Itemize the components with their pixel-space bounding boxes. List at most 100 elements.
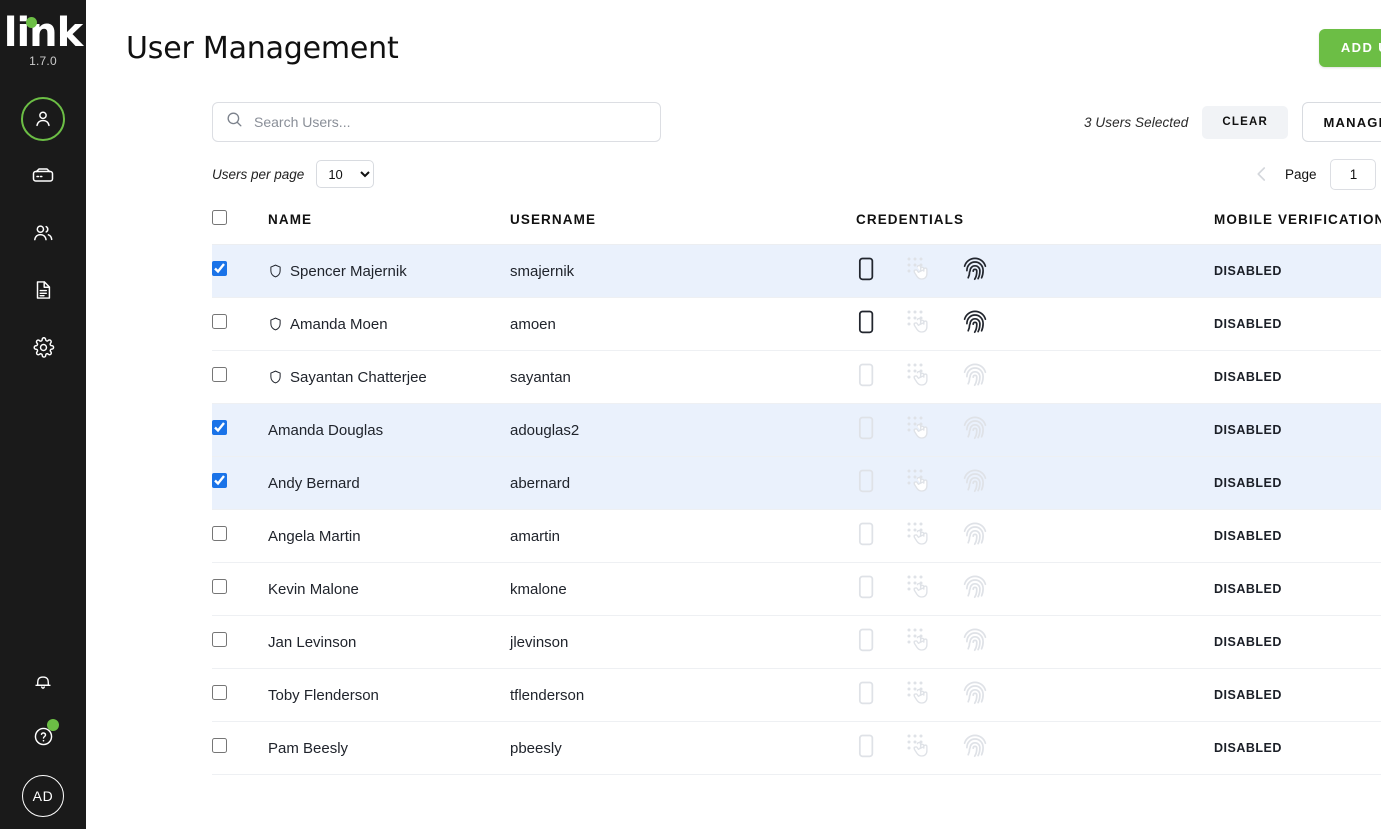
user-name: Pam Beesly [268, 739, 349, 757]
cell-credentials [856, 615, 1214, 669]
sidebar-item-settings[interactable] [21, 325, 65, 369]
fingerprint-credential-icon[interactable] [962, 520, 988, 553]
row-select-cell [212, 456, 268, 510]
row-checkbox[interactable] [212, 420, 227, 435]
row-checkbox[interactable] [212, 261, 227, 276]
pattern-credential-icon[interactable] [904, 466, 934, 501]
cell-username: kmalone [510, 562, 856, 616]
prev-page-button[interactable] [1253, 165, 1271, 183]
search-box[interactable] [212, 102, 661, 142]
column-header-username[interactable]: USERNAME [510, 200, 856, 245]
selected-count-label: 3 Users Selected [1083, 114, 1189, 130]
table-row[interactable]: Jan Levinson jlevinson DISABLED [212, 615, 1381, 669]
page-header: User Management ADD USER [86, 0, 1381, 96]
add-user-button[interactable]: ADD USER [1318, 29, 1381, 67]
pattern-credential-icon[interactable] [904, 572, 934, 607]
notifications-button[interactable] [21, 663, 65, 703]
pattern-credential-icon[interactable] [904, 360, 934, 395]
brand-logo: link [4, 10, 83, 56]
table-row[interactable]: Amanda Douglas adouglas2 DISABLED [212, 403, 1381, 457]
fingerprint-credential-icon[interactable] [962, 573, 988, 606]
mobile-verification-status: DISABLED [1214, 370, 1282, 384]
row-checkbox[interactable] [212, 685, 227, 700]
pattern-credential-icon[interactable] [904, 413, 934, 448]
fingerprint-credential-icon[interactable] [962, 361, 988, 394]
page-label: Page [1284, 166, 1317, 182]
pattern-credential-icon[interactable] [904, 625, 934, 660]
page-title: User Management [126, 30, 399, 66]
row-checkbox[interactable] [212, 632, 227, 647]
mobile-credential-icon[interactable] [856, 574, 876, 605]
cell-mobile-verification: DISABLED [1214, 244, 1381, 298]
mobile-credential-icon[interactable] [856, 309, 876, 340]
table-row[interactable]: Angela Martin amartin DISABLED [212, 509, 1381, 563]
mobile-credential-icon[interactable] [856, 680, 876, 711]
help-badge-dot [47, 719, 59, 731]
sidebar-item-devices[interactable] [21, 154, 65, 198]
table-row[interactable]: Kevin Malone kmalone DISABLED [212, 562, 1381, 616]
sidebar-item-reports[interactable] [21, 268, 65, 312]
mobile-credential-icon[interactable] [856, 362, 876, 393]
per-page-select[interactable]: 102550100 [316, 160, 375, 188]
search-icon [225, 110, 254, 134]
group-icon [31, 221, 55, 245]
fingerprint-credential-icon[interactable] [962, 467, 988, 500]
table-row[interactable]: Andy Bernard abernard DISABLED [212, 456, 1381, 510]
mobile-verification-status: DISABLED [1214, 317, 1282, 331]
pattern-credential-icon[interactable] [904, 678, 934, 713]
sidebar-item-groups[interactable] [21, 211, 65, 255]
mobile-credential-icon[interactable] [856, 415, 876, 446]
pattern-credential-icon[interactable] [904, 519, 934, 554]
row-checkbox[interactable] [212, 738, 227, 753]
column-header-credentials[interactable]: CREDENTIALS [856, 200, 1214, 245]
cell-mobile-verification: DISABLED [1214, 456, 1381, 510]
fingerprint-credential-icon[interactable] [962, 679, 988, 712]
row-checkbox[interactable] [212, 526, 227, 541]
mobile-credential-icon[interactable] [856, 733, 876, 764]
column-header-name[interactable]: NAME [268, 200, 510, 245]
sidebar-item-users[interactable] [21, 97, 65, 141]
pattern-credential-icon[interactable] [904, 254, 934, 289]
table-row[interactable]: Amanda Moen amoen DISABLED [212, 297, 1381, 351]
cell-username: pbeesly [510, 721, 856, 775]
help-button[interactable] [21, 719, 65, 759]
clear-selection-button[interactable]: CLEAR [1202, 105, 1288, 139]
fingerprint-credential-icon[interactable] [962, 732, 988, 765]
avatar-initials: AD [32, 788, 54, 804]
row-checkbox[interactable] [212, 314, 227, 329]
cell-name: Angela Martin [268, 509, 510, 563]
cell-name: Pam Beesly [268, 721, 510, 775]
user-icon [32, 108, 54, 130]
mobile-credential-icon[interactable] [856, 468, 876, 499]
avatar[interactable]: AD [22, 775, 64, 817]
page-number-input[interactable] [1330, 158, 1377, 190]
user-name: Amanda Moen [290, 315, 388, 333]
search-input[interactable] [254, 114, 648, 130]
gear-icon [32, 336, 55, 359]
fingerprint-credential-icon[interactable] [962, 308, 988, 341]
fingerprint-credential-icon[interactable] [962, 414, 988, 447]
select-all-checkbox[interactable] [212, 210, 227, 225]
mobile-credential-icon[interactable] [856, 256, 876, 287]
manage-dropdown-button[interactable]: MANAGE [1302, 102, 1381, 142]
table-row[interactable]: Pam Beesly pbeesly DISABLED [212, 721, 1381, 775]
table-row[interactable]: Spencer Majernik smajernik DISABLED [212, 244, 1381, 298]
pattern-credential-icon[interactable] [904, 307, 934, 342]
fingerprint-credential-icon[interactable] [962, 626, 988, 659]
row-checkbox[interactable] [212, 367, 227, 382]
manage-label: MANAGE [1323, 114, 1381, 130]
column-header-mobile-verification[interactable]: MOBILE VERIFICATION [1214, 200, 1381, 245]
table-row[interactable]: Toby Flenderson tflenderson DISABLED [212, 668, 1381, 722]
cell-credentials [856, 721, 1214, 775]
row-checkbox[interactable] [212, 473, 227, 488]
row-checkbox[interactable] [212, 579, 227, 594]
cell-credentials [856, 297, 1214, 351]
pattern-credential-icon[interactable] [904, 731, 934, 766]
fingerprint-credential-icon[interactable] [962, 255, 988, 288]
cell-name: Spencer Majernik [268, 244, 510, 298]
cell-mobile-verification: DISABLED [1214, 350, 1381, 404]
cell-username: tflenderson [510, 668, 856, 722]
table-row[interactable]: Sayantan Chatterjee sayantan DISABLED [212, 350, 1381, 404]
mobile-credential-icon[interactable] [856, 627, 876, 658]
mobile-credential-icon[interactable] [856, 521, 876, 552]
